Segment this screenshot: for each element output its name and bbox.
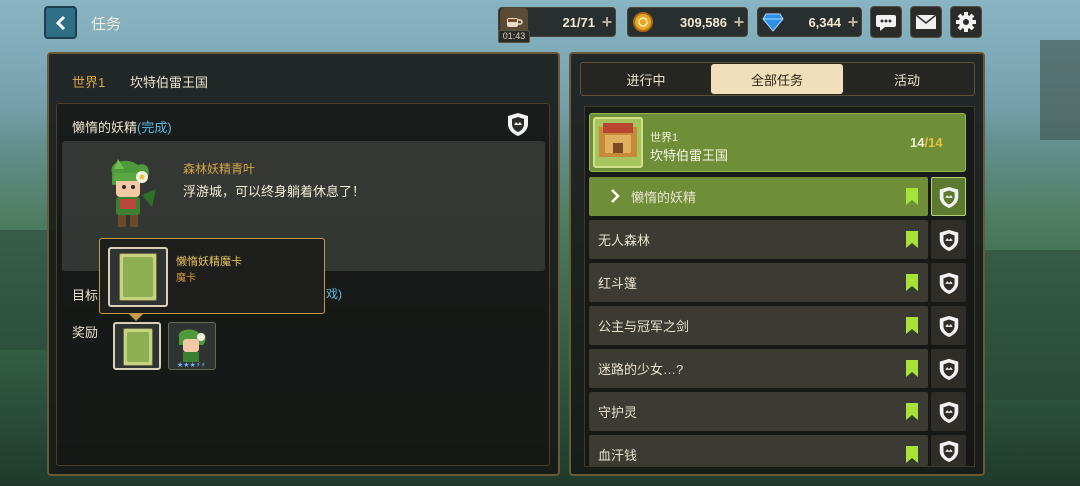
npc-name: 森林妖精青叶 <box>183 162 256 176</box>
stamina-timer: 01:43 <box>498 30 530 43</box>
tab-in-progress[interactable]: 进行中 <box>582 64 710 94</box>
guardian-shield-icon <box>939 401 958 423</box>
reward-hero-slot[interactable]: ★★★⚡⚡ <box>168 322 216 370</box>
chat-button[interactable] <box>870 6 902 38</box>
quest-row-label: 守护灵 <box>598 405 638 420</box>
goal-text: 戏) <box>326 287 342 301</box>
quest-row-label: 懒惰的妖精 <box>631 190 697 205</box>
world-map-thumbnail <box>593 117 643 168</box>
background-block <box>1040 40 1080 140</box>
tab-all-quests[interactable]: 全部任务 <box>711 64 843 94</box>
world-title: 坎特伯雷王国 <box>650 148 729 163</box>
quest-status: (完成) <box>137 120 172 135</box>
reward-label: 奖励 <box>72 325 99 340</box>
quest-row[interactable]: 迷路的少女…? <box>589 349 928 388</box>
bookmark-icon[interactable] <box>906 317 918 334</box>
quest-row[interactable]: 公主与冠军之剑 <box>589 306 928 345</box>
npc-dialog-text: 浮游城，可以终身躺着休息了！ <box>183 184 366 199</box>
bookmark-icon[interactable] <box>906 231 918 248</box>
settings-icon <box>956 12 976 32</box>
quest-row[interactable]: 懒惰的妖精 <box>589 177 928 216</box>
bookmark-icon[interactable] <box>906 188 918 205</box>
tooltip-item-name: 懒惰妖精魔卡 <box>176 256 242 268</box>
world-progress: 14/14 <box>910 135 943 150</box>
settings-button[interactable] <box>950 6 982 38</box>
svg-text:★★★⚡⚡: ★★★⚡⚡ <box>177 361 206 369</box>
bookmark-icon[interactable] <box>906 360 918 377</box>
quest-row-label: 公主与冠军之剑 <box>598 319 690 334</box>
chevron-right-icon <box>611 189 620 203</box>
fairy-card-icon <box>123 328 153 366</box>
add-stamina-icon[interactable]: + <box>599 13 615 31</box>
chevron-left-icon <box>55 15 65 30</box>
quest-shield-button[interactable] <box>931 177 966 216</box>
page-title: 任务 <box>91 16 122 33</box>
quest-shield-button[interactable] <box>931 306 966 345</box>
guardian-shield-icon[interactable] <box>505 111 531 137</box>
quest-row-label: 红斗篷 <box>598 276 638 291</box>
quest-row[interactable]: 红斗篷 <box>589 263 928 302</box>
quest-row[interactable]: 守护灵 <box>589 392 928 431</box>
quest-row[interactable]: 无人森林 <box>589 220 928 259</box>
quest-row-label: 血汗钱 <box>598 448 638 463</box>
quest-shield-button[interactable] <box>931 263 966 302</box>
quest-title-text: 懒惰的妖精 <box>72 120 138 135</box>
quest-shield-button[interactable] <box>931 349 966 388</box>
tab-events[interactable]: 活动 <box>843 64 971 94</box>
chat-icon <box>876 15 896 31</box>
progress-done: 14 <box>910 135 925 150</box>
back-button[interactable] <box>44 6 77 39</box>
add-gem-icon[interactable]: + <box>845 13 861 31</box>
gem-icon <box>759 8 787 36</box>
quest-title: 懒惰的妖精(完成) <box>72 117 172 136</box>
fairy-hero-icon: ★★★⚡⚡ <box>177 329 206 369</box>
bookmark-icon[interactable] <box>906 274 918 291</box>
quest-row-label: 迷路的少女…? <box>598 362 684 377</box>
gem-value: 6,344 <box>808 14 841 30</box>
progress-total: 14 <box>928 135 943 150</box>
tooltip-item-slot <box>108 247 168 307</box>
guardian-shield-icon <box>939 315 958 337</box>
mail-button[interactable] <box>910 6 942 38</box>
tooltip-item-type: 魔卡 <box>176 273 196 284</box>
mail-icon <box>915 14 937 29</box>
background-block <box>985 250 1080 400</box>
coin-icon <box>629 8 657 36</box>
guardian-shield-icon <box>939 272 958 294</box>
world-label: 世界1 <box>72 75 106 90</box>
quest-row[interactable]: 血汗钱 <box>589 435 928 466</box>
gold-value: 309,586 <box>680 14 727 30</box>
quest-shield-button[interactable] <box>931 220 966 259</box>
add-gold-icon[interactable]: + <box>731 13 747 31</box>
goal-label: 目标 <box>72 288 99 303</box>
reward-card-slot[interactable] <box>113 322 161 370</box>
gem-counter[interactable]: 6,344 + <box>757 7 862 37</box>
gold-counter[interactable]: 309,586 + <box>627 7 748 37</box>
bookmark-icon[interactable] <box>906 403 918 420</box>
guardian-shield-icon <box>939 440 958 462</box>
tooltip-arrow <box>128 313 144 321</box>
guardian-shield-icon <box>939 358 958 380</box>
stamina-value: 21/71 <box>562 14 595 30</box>
world-name: 坎特伯雷王国 <box>130 75 209 90</box>
quest-shield-button[interactable] <box>931 435 966 466</box>
world-number: 世界1 <box>650 132 679 144</box>
quest-row-label: 无人森林 <box>598 233 651 248</box>
fairy-card-icon <box>119 253 157 301</box>
guardian-shield-icon <box>939 229 958 251</box>
forest-fairy-sprite <box>111 159 156 227</box>
quest-shield-button[interactable] <box>931 392 966 431</box>
bookmark-icon[interactable] <box>906 446 918 463</box>
guardian-shield-icon <box>939 186 958 208</box>
